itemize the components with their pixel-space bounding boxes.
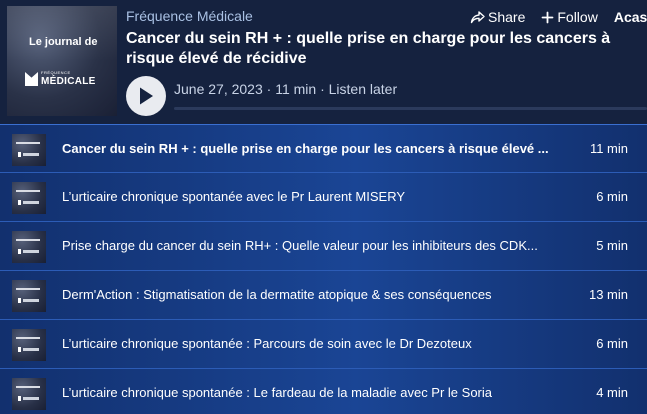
episode-row-title: Derm'Action : Stigmatisation de la derma… xyxy=(62,287,492,302)
thumbnail-mark xyxy=(23,153,39,156)
thumbnail-mark xyxy=(18,152,21,157)
thumbnail-mark xyxy=(18,347,21,352)
episode-row-title: L’urticaire chronique spontanée avec le … xyxy=(62,189,406,204)
cover-highlight xyxy=(7,6,117,61)
meta-separator: · xyxy=(320,81,325,97)
thumbnail-mark xyxy=(23,250,39,253)
follow-label: Follow xyxy=(557,9,598,25)
episode-row[interactable]: L’urticaire chronique spontanée : Le far… xyxy=(0,369,647,414)
thumbnail-mark xyxy=(23,201,39,204)
cover-logo: FRÉQUENCE MÉDICALE xyxy=(25,70,105,92)
play-icon xyxy=(140,87,153,105)
thumbnail-mark xyxy=(23,397,39,400)
header-actions: Share Follow Acast xyxy=(470,8,647,26)
thumbnail-mark xyxy=(18,298,21,303)
logo-mark-icon xyxy=(25,72,38,86)
episode-date: June 27, 2023 xyxy=(174,81,263,97)
episode-list: Cancer du sein RH + : quelle prise en ch… xyxy=(0,124,647,414)
episode-row-duration: 13 min xyxy=(588,287,628,302)
episode-meta: June 27, 2023 · 11 min · Listen later xyxy=(174,81,397,97)
thumbnail-mark xyxy=(18,396,21,401)
episode-row-title: L’urticaire chronique spontanée : Le far… xyxy=(62,385,492,400)
plus-icon xyxy=(541,11,554,23)
thumbnail-mark xyxy=(16,386,40,388)
episode-thumbnail xyxy=(12,280,46,312)
episode-thumbnail xyxy=(12,182,46,214)
share-button[interactable]: Share xyxy=(470,9,525,25)
episode-row-duration: 11 min xyxy=(589,141,628,156)
episode-row-duration: 6 min xyxy=(596,189,628,204)
episode-row-duration: 4 min xyxy=(596,385,628,400)
show-name-link[interactable]: Fréquence Médicale xyxy=(126,8,253,24)
podcast-cover-art: Le journal de FRÉQUENCE MÉDICALE xyxy=(7,6,117,116)
episode-row[interactable]: L’urticaire chronique spontanée : Parcou… xyxy=(0,320,647,369)
episode-row[interactable]: Derm'Action : Stigmatisation de la derma… xyxy=(0,271,647,320)
cover-logo-small-text: FRÉQUENCE xyxy=(41,70,71,75)
thumbnail-mark xyxy=(16,337,40,339)
thumbnail-mark xyxy=(23,348,39,351)
acast-brand-link[interactable]: Acast xyxy=(614,9,647,25)
follow-button[interactable]: Follow xyxy=(541,9,598,25)
episode-thumbnail xyxy=(12,231,46,263)
episode-row-duration: 6 min xyxy=(596,336,628,351)
episode-row-title: Prise charge du cancer du sein RH+ : Que… xyxy=(62,238,538,253)
thumbnail-mark xyxy=(18,200,21,205)
meta-separator: · xyxy=(266,81,272,97)
episode-row[interactable]: L’urticaire chronique spontanée avec le … xyxy=(0,173,647,222)
episode-row[interactable]: Cancer du sein RH + : quelle prise en ch… xyxy=(0,124,647,173)
thumbnail-mark xyxy=(16,190,40,192)
cover-logo-big-text: MÉDICALE xyxy=(41,76,96,87)
thumbnail-mark xyxy=(16,142,40,144)
thumbnail-mark xyxy=(16,239,40,241)
play-button[interactable] xyxy=(126,76,166,116)
playback-progress-bar[interactable] xyxy=(174,107,647,110)
episode-row-duration: 5 min xyxy=(596,238,628,253)
episode-thumbnail xyxy=(12,329,46,361)
episode-thumbnail xyxy=(12,378,46,410)
thumbnail-mark xyxy=(18,249,21,254)
share-label: Share xyxy=(488,9,526,25)
episode-row-title: Cancer du sein RH + : quelle prise en ch… xyxy=(62,141,549,156)
listen-later-button[interactable]: Listen later xyxy=(329,81,397,97)
episode-duration: 11 min xyxy=(275,81,317,97)
episode-row[interactable]: Prise charge du cancer du sein RH+ : Que… xyxy=(0,222,647,271)
episode-thumbnail xyxy=(12,134,46,166)
podcast-player-header: Le journal de FRÉQUENCE MÉDICALE Fréquen… xyxy=(0,0,647,124)
episode-title: Cancer du sein RH + : quelle prise en ch… xyxy=(126,30,611,67)
episode-row-title: L’urticaire chronique spontanée : Parcou… xyxy=(62,336,472,351)
thumbnail-mark xyxy=(16,288,40,290)
thumbnail-mark xyxy=(23,299,39,302)
share-icon xyxy=(470,10,485,23)
cover-title: Le journal de xyxy=(29,36,98,48)
